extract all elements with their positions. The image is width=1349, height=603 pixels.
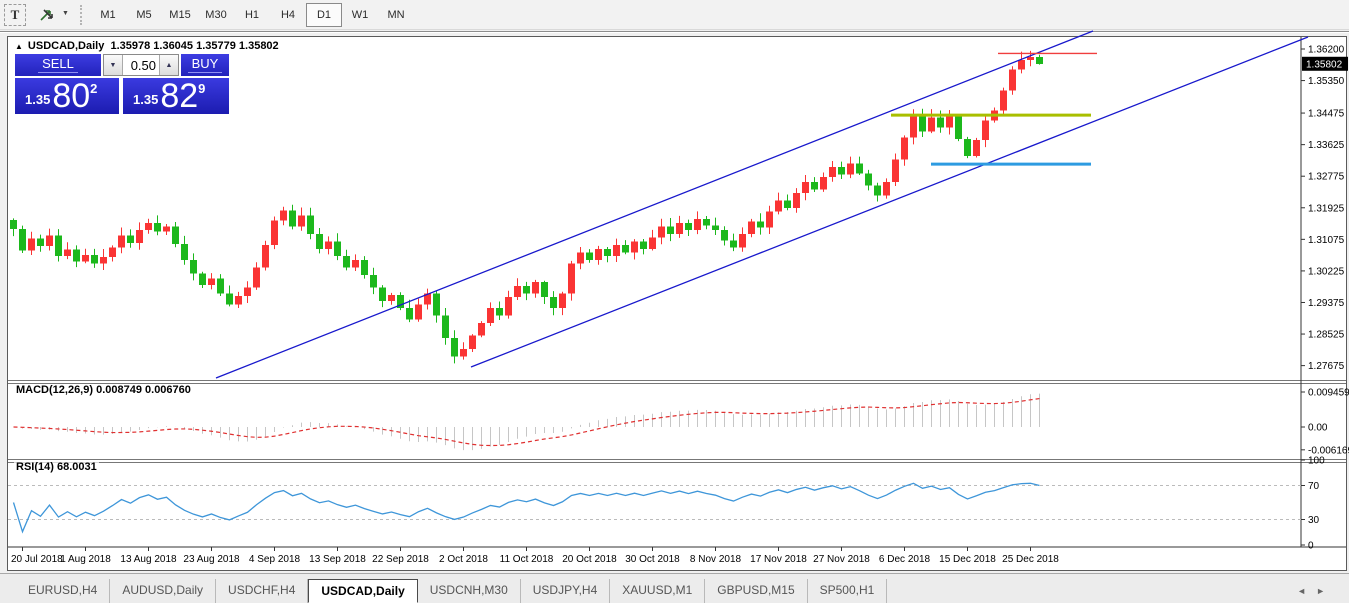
arrows-icon (38, 7, 56, 23)
chart-canvas[interactable]: 1.36200 1.35350 1.34475 1.33625 1.32775 1.319… (8, 37, 1346, 570)
svg-text:1.29375: 1.29375 (1308, 298, 1345, 309)
volume-decrease-button[interactable]: ▼ (104, 55, 123, 75)
scroll-right-icon[interactable]: ► (1316, 586, 1335, 596)
svg-text:13 Aug 2018: 13 Aug 2018 (120, 554, 177, 565)
tab-gbpusd-m15[interactable]: GBPUSD,M15 (705, 579, 807, 603)
svg-text:2 Oct 2018: 2 Oct 2018 (439, 554, 488, 565)
price-axis[interactable]: 1.36200 1.35350 1.34475 1.33625 1.32775 1.319… (1301, 45, 1345, 373)
svg-text:27 Nov 2018: 27 Nov 2018 (813, 554, 870, 565)
chevron-down-icon[interactable]: ▼ (62, 10, 69, 17)
macd-layer (14, 394, 1040, 450)
buy-price-big-digits: 82 (160, 81, 198, 111)
tab-eurusd-h4[interactable]: EURUSD,H4 (16, 579, 110, 603)
svg-text:25 Dec 2018: 25 Dec 2018 (1002, 554, 1059, 565)
arrange-windows-button[interactable] (34, 4, 60, 26)
tab-usdchf-h4[interactable]: USDCHF,H4 (216, 579, 308, 603)
sell-button-label: SELL (38, 56, 78, 73)
volume-increase-button[interactable]: ▲ (159, 55, 178, 75)
timeframe-toolbar: M1M5M15M30H1H4D1W1MN (90, 3, 414, 27)
collapse-triangle-icon[interactable]: ▲ (15, 42, 23, 51)
tab-scroll-arrows: ◄► (1297, 586, 1335, 596)
timeframe-button-w1[interactable]: W1 (342, 3, 378, 27)
svg-text:1.36200: 1.36200 (1308, 45, 1345, 56)
buy-button-label: BUY (188, 56, 223, 73)
timeframe-button-m15[interactable]: M15 (162, 3, 198, 27)
svg-text:100: 100 (1308, 456, 1325, 467)
time-axis[interactable]: 20 Jul 20181 Aug 2018 13 Aug 2018 23 Aug 2… (11, 547, 1059, 565)
scroll-left-icon[interactable]: ◄ (1297, 586, 1316, 596)
toolbar-separator (80, 5, 83, 25)
chart-ohlc-values: 1.35978 1.36045 1.35779 1.35802 (110, 40, 278, 52)
svg-text:4 Sep 2018: 4 Sep 2018 (249, 554, 301, 565)
buy-price-prefix: 1.35 (133, 92, 158, 107)
rsi-indicator-label: RSI(14) 68.0031 (14, 461, 99, 473)
svg-text:1.28525: 1.28525 (1308, 330, 1345, 341)
tab-sp500-h1[interactable]: SP500,H1 (808, 579, 888, 603)
svg-text:30: 30 (1308, 515, 1320, 526)
text-label-tool-button[interactable]: T (4, 4, 26, 26)
tab-usdcnh-m30[interactable]: USDCNH,M30 (418, 579, 521, 603)
svg-text:1.31925: 1.31925 (1308, 203, 1345, 214)
svg-text:8 Nov 2018: 8 Nov 2018 (690, 554, 742, 565)
svg-text:30 Oct 2018: 30 Oct 2018 (625, 554, 680, 565)
timeframe-button-h4[interactable]: H4 (270, 3, 306, 27)
sell-price-prefix: 1.35 (25, 92, 50, 107)
timeframe-button-h1[interactable]: H1 (234, 3, 270, 27)
indicator-axes[interactable]: 0.0094590.00-0.00616910070300 (1301, 388, 1349, 552)
sell-price-pip-digit: 2 (90, 81, 97, 96)
timeframe-button-d1[interactable]: D1 (306, 3, 342, 27)
svg-text:0.009459: 0.009459 (1308, 388, 1349, 399)
chart-window-usdcad-daily[interactable]: 1.36200 1.35350 1.34475 1.33625 1.32775 1.319… (7, 36, 1347, 571)
svg-text:1.33625: 1.33625 (1308, 140, 1345, 151)
window-divider (0, 31, 1349, 33)
svg-text:1 Aug 2018: 1 Aug 2018 (60, 554, 111, 565)
volume-input[interactable] (123, 55, 159, 75)
svg-text:20 Oct 2018: 20 Oct 2018 (562, 554, 617, 565)
chart-title: ▲ USDCAD,Daily 1.35978 1.36045 1.35779 1.… (12, 40, 282, 52)
buy-price-pip-digit: 9 (198, 81, 205, 96)
svg-text:1.35802: 1.35802 (1306, 59, 1343, 70)
svg-text:0: 0 (1308, 541, 1314, 552)
svg-text:20 Jul 2018: 20 Jul 2018 (11, 554, 63, 565)
tab-xauusd-m1[interactable]: XAUUSD,M1 (610, 579, 705, 603)
sell-price-big-digits: 80 (52, 81, 90, 111)
svg-text:1.27675: 1.27675 (1308, 361, 1345, 372)
trendlines-layer[interactable] (216, 31, 1308, 378)
svg-text:0.00: 0.00 (1308, 423, 1328, 434)
buy-price-display[interactable]: 1.35 82 9 (123, 78, 229, 114)
sell-button[interactable]: SELL (15, 54, 101, 76)
one-click-trading-panel: SELL ▼ ▲ BUY 1.35 80 2 1.35 82 9 (15, 54, 229, 114)
sell-price-display[interactable]: 1.35 80 2 (15, 78, 119, 114)
svg-text:22 Sep 2018: 22 Sep 2018 (372, 554, 429, 565)
tab-usdcad-daily[interactable]: USDCAD,Daily (308, 579, 417, 603)
chart-tabs: EURUSD,H4AUDUSD,DailyUSDCHF,H4USDCAD,Dai… (16, 579, 887, 603)
tab-audusd-daily[interactable]: AUDUSD,Daily (110, 579, 216, 603)
svg-text:17 Nov 2018: 17 Nov 2018 (750, 554, 807, 565)
rsi-layer (8, 483, 1301, 531)
svg-text:6 Dec 2018: 6 Dec 2018 (879, 554, 931, 565)
svg-text:1.34475: 1.34475 (1308, 109, 1345, 120)
svg-text:1.31075: 1.31075 (1308, 235, 1345, 246)
volume-spinner: ▼ ▲ (103, 54, 179, 76)
svg-text:70: 70 (1308, 481, 1320, 492)
buy-button[interactable]: BUY (181, 54, 229, 76)
macd-indicator-label: MACD(12,26,9) 0.008749 0.006760 (14, 384, 193, 396)
svg-text:11 Oct 2018: 11 Oct 2018 (500, 554, 554, 565)
current-price-tag: 1.35802 (1302, 57, 1348, 71)
chart-tab-bar: EURUSD,H4AUDUSD,DailyUSDCHF,H4USDCAD,Dai… (0, 573, 1349, 603)
timeframe-button-m1[interactable]: M1 (90, 3, 126, 27)
tab-usdjpy-h4[interactable]: USDJPY,H4 (521, 579, 610, 603)
svg-text:15 Dec 2018: 15 Dec 2018 (939, 554, 996, 565)
svg-text:13 Sep 2018: 13 Sep 2018 (309, 554, 366, 565)
timeframe-button-mn[interactable]: MN (378, 3, 414, 27)
text-tool-icon: T (11, 7, 20, 23)
svg-text:1.30225: 1.30225 (1308, 266, 1345, 277)
timeframe-button-m30[interactable]: M30 (198, 3, 234, 27)
svg-text:1.35350: 1.35350 (1308, 76, 1345, 87)
svg-text:23 Aug 2018: 23 Aug 2018 (183, 554, 240, 565)
svg-text:1.32775: 1.32775 (1308, 172, 1345, 183)
chart-symbol-period: USDCAD,Daily (28, 40, 104, 52)
timeframe-button-m5[interactable]: M5 (126, 3, 162, 27)
top-toolbar: T ▼ M1M5M15M30H1H4D1W1MN (0, 0, 1349, 30)
